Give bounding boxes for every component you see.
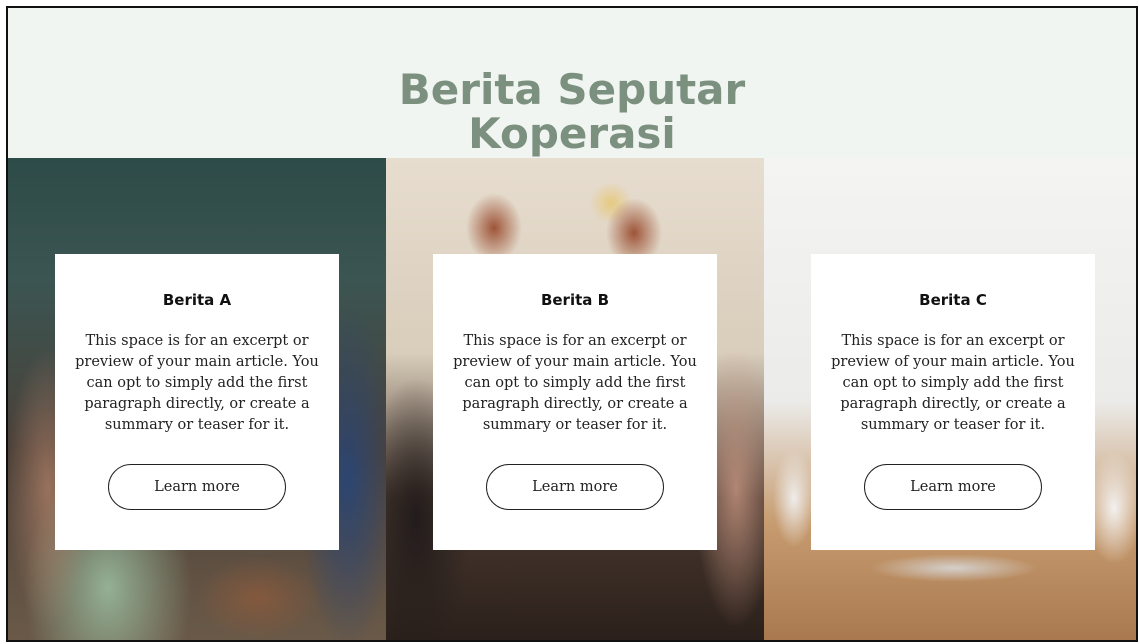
article-title: Berita B <box>540 291 610 309</box>
learn-more-button[interactable]: Learn more <box>864 464 1042 510</box>
article-title: Berita A <box>162 291 232 309</box>
article-panel-c: Berita C This space is for an excerpt or… <box>764 158 1136 640</box>
page-title: Berita Seputar Koperasi <box>398 65 746 158</box>
article-panel-b: Berita B This space is for an excerpt or… <box>386 158 764 640</box>
article-excerpt: This space is for an excerpt or preview … <box>453 333 697 433</box>
learn-more-button[interactable]: Learn more <box>486 464 664 510</box>
article-excerpt: This space is for an excerpt or preview … <box>75 333 319 433</box>
header: Berita Seputar Koperasi <box>8 8 1136 158</box>
article-card: Berita C This space is for an excerpt or… <box>811 254 1095 550</box>
article-card: Berita B This space is for an excerpt or… <box>433 254 717 550</box>
slide-frame: Berita Seputar Koperasi Berita A This sp… <box>6 6 1138 642</box>
article-title: Berita C <box>919 291 987 309</box>
article-excerpt: This space is for an excerpt or preview … <box>831 333 1075 433</box>
article-panel-a: Berita A This space is for an excerpt or… <box>8 158 386 640</box>
article-card: Berita A This space is for an excerpt or… <box>55 254 339 550</box>
learn-more-button[interactable]: Learn more <box>108 464 286 510</box>
